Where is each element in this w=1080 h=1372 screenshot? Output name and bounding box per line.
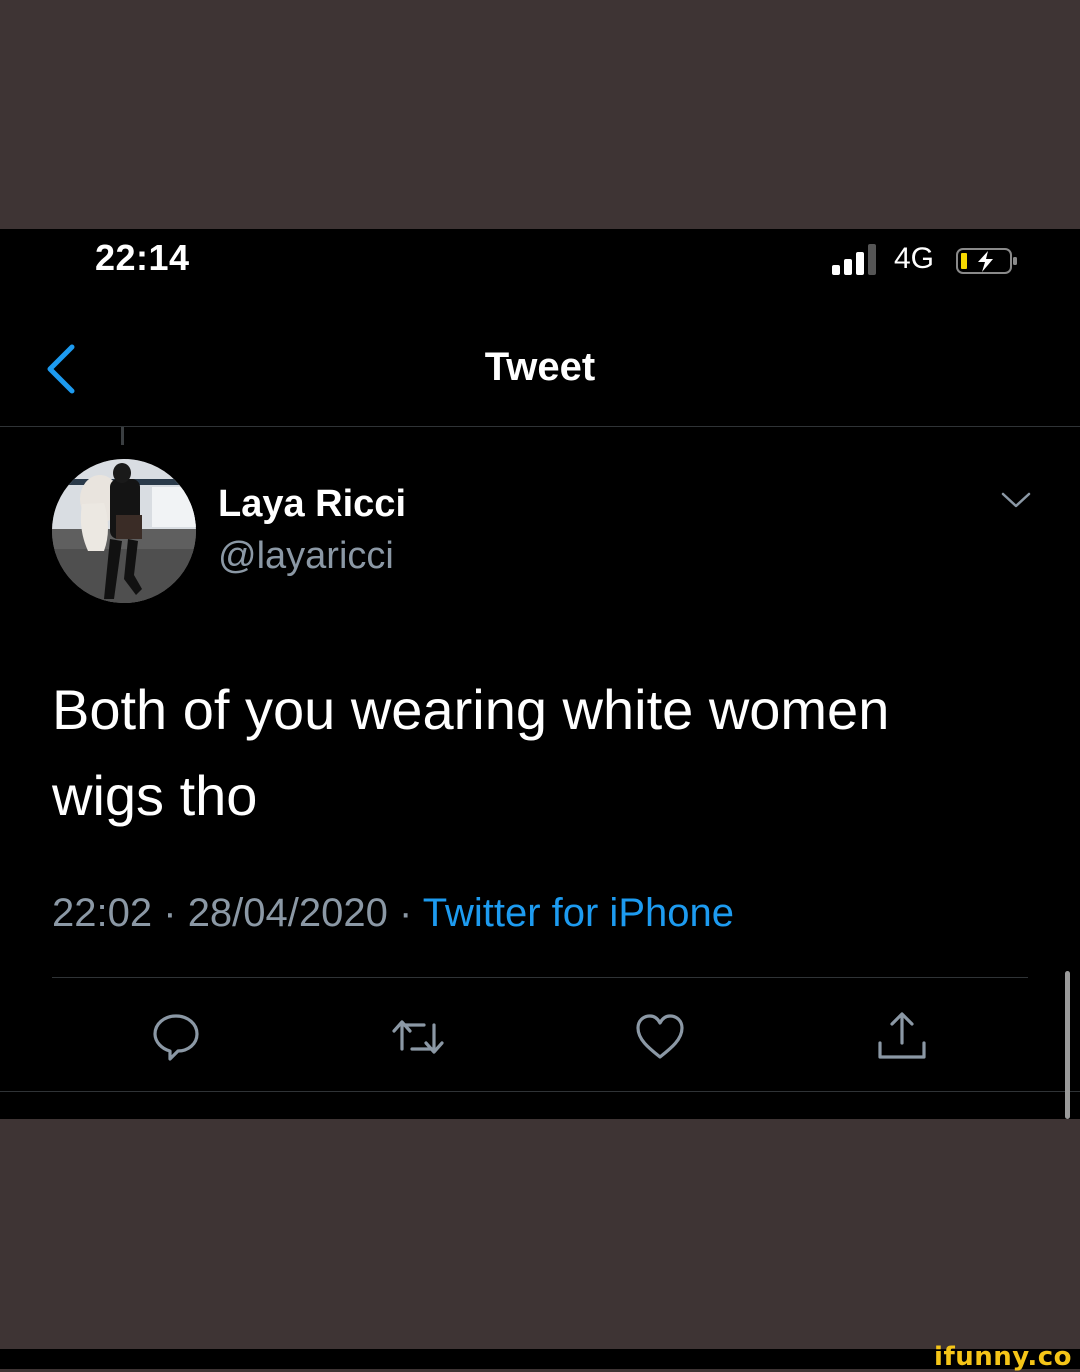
status-bar-time: 22:14 [95,237,190,278]
author-name[interactable]: Laya Ricci [218,483,406,526]
share-icon [878,1012,926,1059]
author-handle[interactable]: @layaricci [218,535,394,578]
header-divider [0,426,1080,427]
like-icon [636,1014,684,1059]
meta-separator: · [163,891,177,935]
avatar[interactable] [52,459,196,603]
tweet-time: 22:02 [52,891,153,935]
signal-strength-icon [832,244,876,275]
network-type: 4G [894,242,935,275]
watermark-bar [0,1349,1080,1369]
thread-connector-line [121,427,124,445]
retweet-button[interactable] [390,1009,446,1065]
more-options-button[interactable] [998,487,1034,513]
page-title: Tweet [484,345,596,389]
metadata-divider [52,977,1028,978]
scrollbar[interactable] [1065,971,1070,1119]
tweet-source-link[interactable]: Twitter for iPhone [423,891,734,935]
share-button[interactable] [874,1009,930,1065]
meta-separator: · [399,891,413,935]
retweet-icon [392,1020,444,1054]
reply-button[interactable] [148,1009,204,1065]
battery-charging-icon [956,248,1017,274]
watermark-logo: ifunny.co [934,1342,1072,1372]
tweet-text: Both of you wearing white women wigs tho [52,678,890,827]
tweet-date: 28/04/2020 [187,891,388,935]
chevron-down-icon [1001,492,1031,508]
profile-photo [52,459,196,603]
tweet-metadata: 22:02 · 28/04/2020 · Twitter for iPhone [52,891,734,936]
actions-divider [0,1091,1080,1092]
like-button[interactable] [632,1009,688,1065]
tweet-detail-screen: 22:14 4G Tweet Laya Ricci @layaricci Bot… [0,229,1080,1119]
reply-icon [153,1014,199,1061]
